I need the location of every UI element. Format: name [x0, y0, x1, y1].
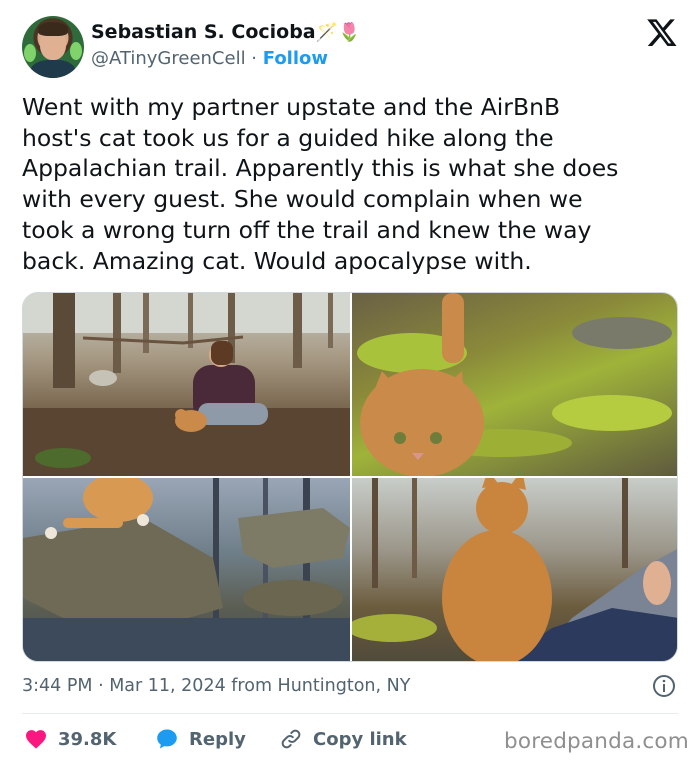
author-handle[interactable]: @ATinyGreenCell [91, 48, 246, 69]
link-icon [281, 729, 301, 749]
copy-link-button[interactable]: Copy link [279, 726, 407, 752]
divider [22, 713, 678, 714]
photo-cat-closeup-art [357, 293, 672, 476]
photo-cat-closeup[interactable] [352, 293, 677, 476]
avatar-leaf-right [70, 42, 82, 60]
reply-button[interactable]: Reply [155, 726, 246, 752]
avatar-leaf-left [24, 44, 36, 62]
photo-cat-on-rock-art [23, 478, 350, 661]
reply-bubble-icon [157, 729, 177, 749]
author-name[interactable]: Sebastian S. Cocioba🪄🌷 [91, 21, 360, 43]
like-count: 39.8K [58, 728, 117, 750]
photo-cat-sitting-on-legs[interactable] [352, 478, 677, 661]
handle-separator: · [245, 48, 263, 69]
x-logo-icon[interactable] [646, 16, 678, 48]
avatar-shirt [30, 60, 76, 78]
photo-hiker-with-cat[interactable] [23, 293, 350, 476]
media-grid [22, 292, 678, 662]
copy-link-label: Copy link [313, 728, 407, 750]
like-button[interactable]: 39.8K [24, 726, 116, 752]
author-handle-row: @ATinyGreenCell · Follow [91, 48, 328, 69]
avatar-hair [38, 22, 68, 36]
reply-label: Reply [189, 728, 246, 750]
photo-cat-sitting-on-legs-art [352, 478, 677, 661]
tweet-timestamp[interactable]: 3:44 PM · Mar 11, 2024 from Huntington, … [22, 676, 410, 696]
info-icon[interactable] [652, 674, 676, 698]
photo-hiker-with-cat-art [23, 293, 350, 476]
follow-button[interactable]: Follow [263, 48, 328, 69]
photo-cat-on-rock[interactable] [23, 478, 350, 661]
author-name-emojis: 🪄🌷 [315, 22, 361, 43]
tweet-text: Went with my partner upstate and the Air… [22, 93, 619, 275]
heart-icon [26, 730, 46, 749]
author-display-name: Sebastian S. Cocioba [91, 21, 316, 43]
author-avatar[interactable] [22, 16, 84, 78]
watermark: boredpanda.com [504, 729, 689, 754]
